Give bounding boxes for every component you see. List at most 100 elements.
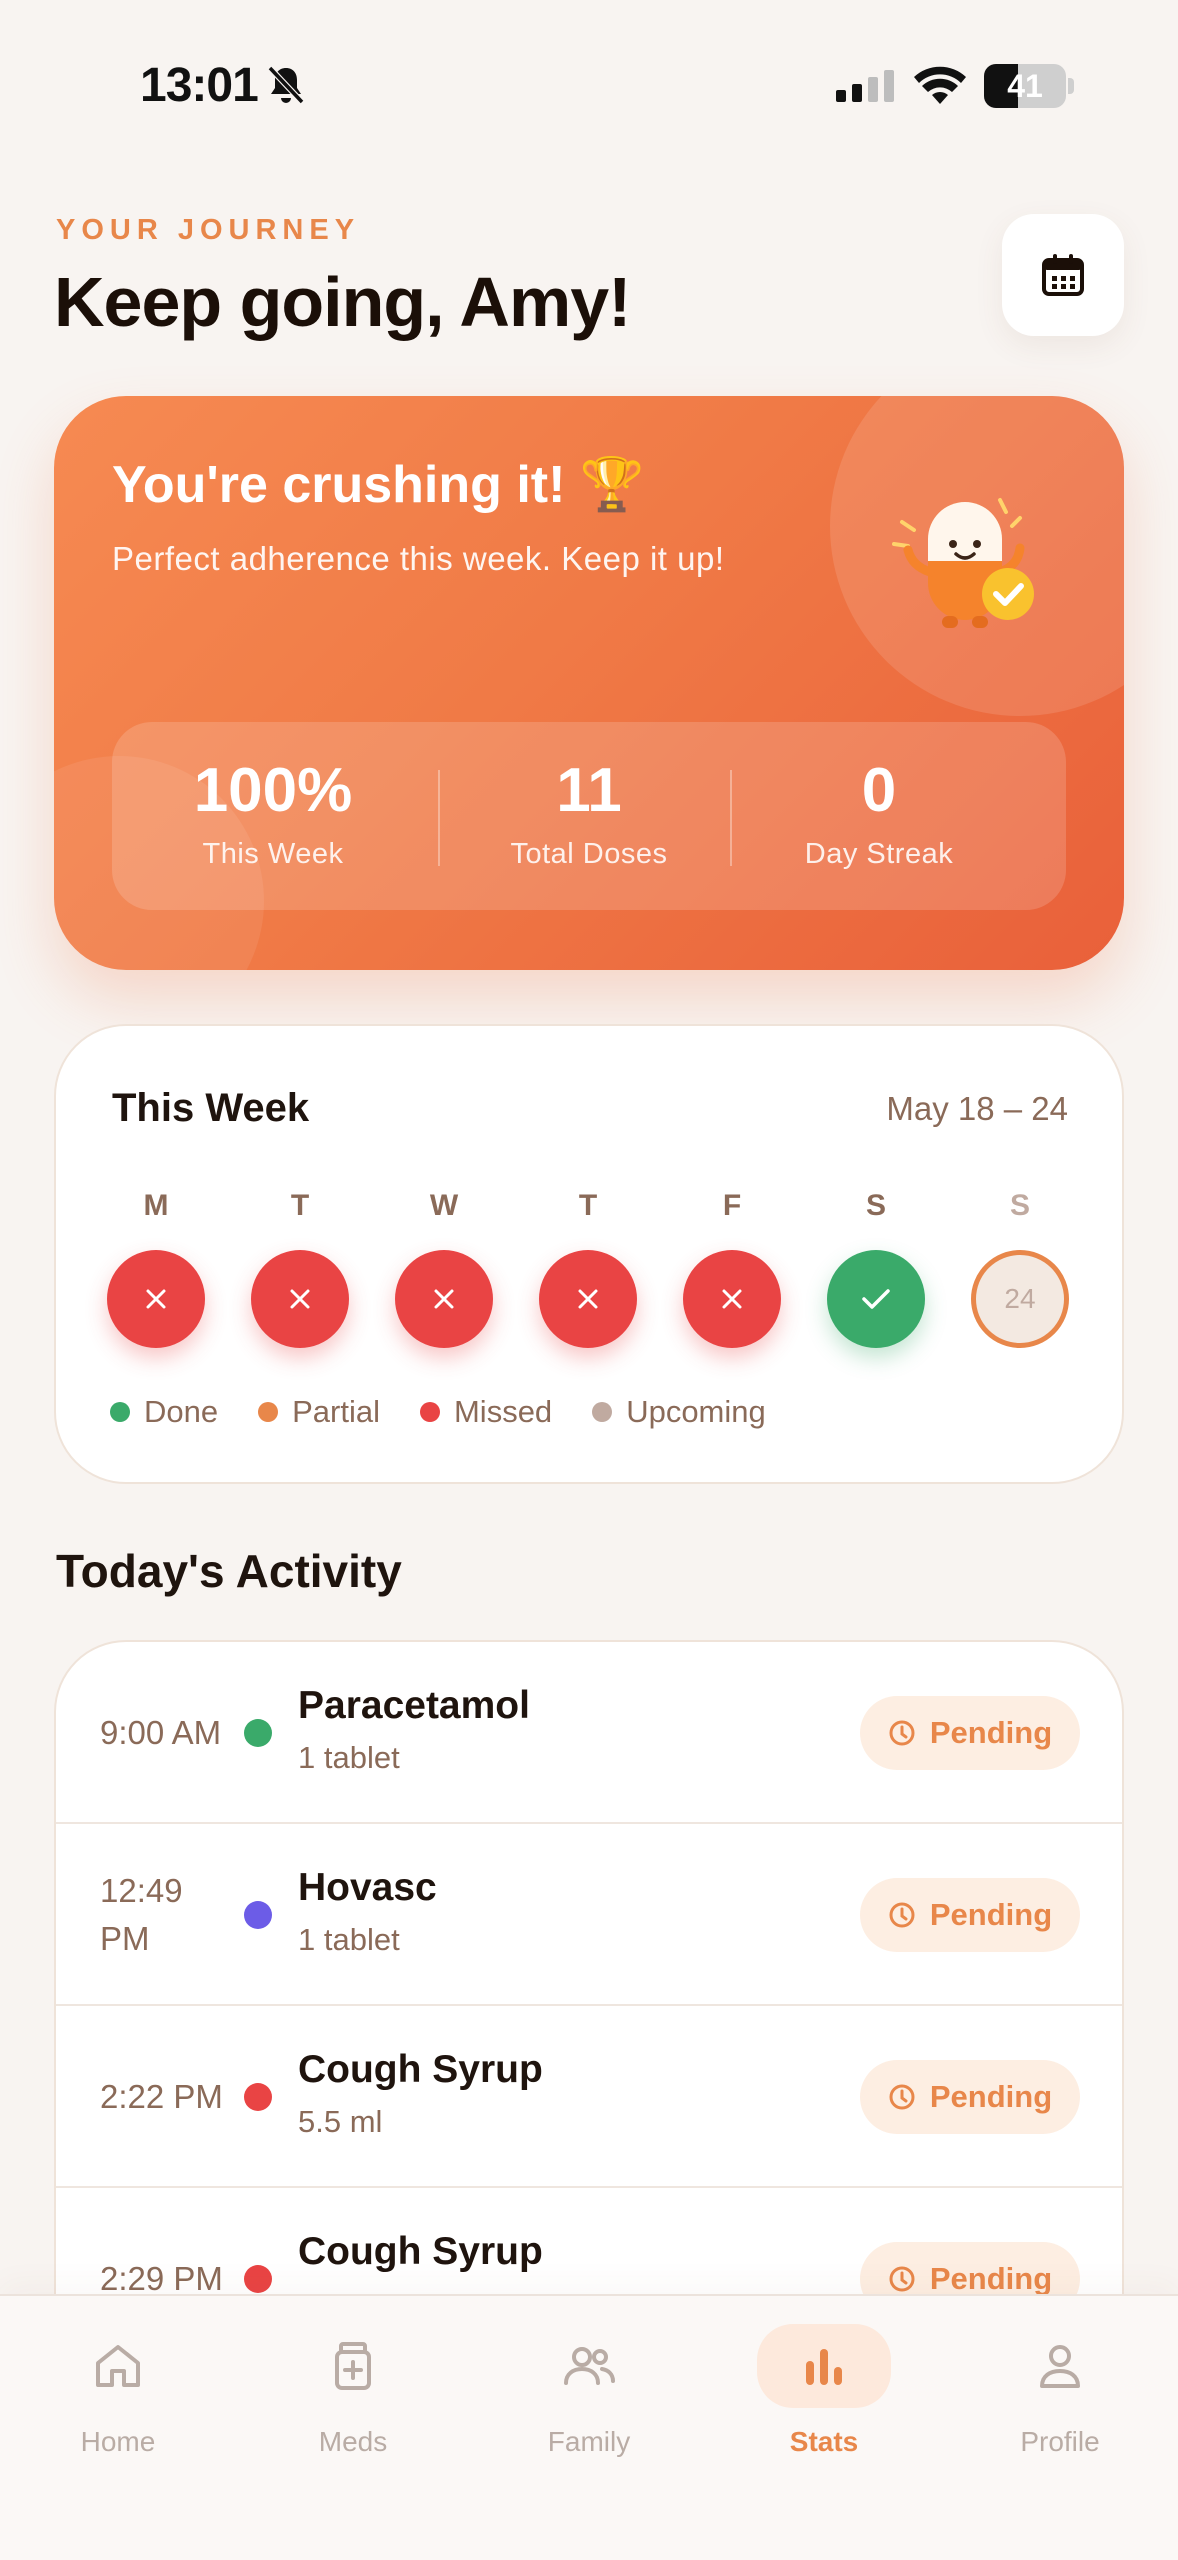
stat-this-week: 100% This Week	[128, 756, 418, 871]
close-icon	[722, 1289, 742, 1309]
legend-label: Done	[144, 1394, 219, 1429]
day-thursday[interactable]: T	[538, 1186, 638, 1348]
stat-label: Day Streak	[804, 838, 954, 870]
day-status-circle: 24	[971, 1250, 1069, 1348]
pill-mascot-icon	[892, 498, 1034, 628]
stat-value: 11	[556, 756, 622, 825]
bell-off-icon	[267, 65, 305, 105]
day-status-circle	[395, 1250, 493, 1348]
stats-summary: 100% This Week 11 Total Doses 0 Day Stre…	[112, 722, 1066, 910]
legend-item-done: Done	[110, 1394, 218, 1430]
nav-item-meds[interactable]: Meds	[263, 2324, 443, 2484]
day-letter: F	[722, 1189, 742, 1222]
badge-label: Pending	[929, 1715, 1053, 1750]
nav-label: Profile	[1020, 2426, 1100, 2457]
day-letter: T	[290, 1189, 310, 1222]
activity-time: 2:22 PM	[100, 2078, 223, 2115]
day-status-circle	[827, 1250, 925, 1348]
calendar-icon	[1042, 254, 1084, 296]
clock-icon	[889, 2266, 915, 2292]
pending-badge[interactable]: Pending	[860, 1878, 1080, 1952]
day-letter: M	[143, 1189, 169, 1222]
legend-item-upcoming: Upcoming	[592, 1394, 766, 1430]
hero-subtitle: Perfect adherence this week. Keep it up!	[112, 540, 725, 577]
battery-percent: 41	[1007, 68, 1043, 104]
day-sunday[interactable]: S 24	[970, 1186, 1070, 1348]
close-icon	[146, 1289, 166, 1309]
nav-label: Stats	[789, 2426, 859, 2457]
activity-row[interactable]: 2:22 PM Cough Syrup 5.5 ml Pending	[56, 2006, 1122, 2188]
bottom-nav: Home Meds Family Stats Profile	[0, 2294, 1178, 2560]
legend-item-missed: Missed	[419, 1394, 553, 1430]
day-status-circle	[683, 1250, 781, 1348]
stat-label: This Week	[202, 838, 344, 870]
day-letter: S	[865, 1189, 886, 1222]
legend-item-partial: Partial	[258, 1394, 380, 1430]
nav-label: Meds	[318, 2426, 388, 2457]
badge-label: Pending	[929, 1897, 1053, 1932]
legend-label: Partial	[292, 1394, 380, 1429]
stat-day-streak: 0 Day Streak	[734, 756, 1024, 871]
profile-icon	[1040, 2345, 1080, 2388]
activity-med-name: Hovasc	[298, 1866, 437, 1909]
day-letter: T	[578, 1189, 598, 1222]
pending-badge[interactable]: Pending	[860, 2060, 1080, 2134]
adherence-hero-card: You're crushing it! 🏆 Perfect adherence …	[54, 396, 1124, 970]
home-icon	[96, 2345, 140, 2387]
activity-time: 9:00 AM	[100, 1714, 222, 1751]
activity-med-name: Cough Syrup	[298, 2230, 543, 2273]
wifi-icon	[914, 66, 966, 104]
page-title: Keep going, Amy!	[54, 263, 631, 341]
nav-item-home[interactable]: Home	[28, 2324, 208, 2484]
week-legend: Done Partial Missed Upcoming	[110, 1392, 806, 1432]
nav-label: Home	[80, 2426, 156, 2457]
day-monday[interactable]: M	[106, 1186, 206, 1348]
day-saturday[interactable]: S	[826, 1186, 926, 1348]
clock-icon	[889, 1902, 915, 1928]
signal-icon	[836, 70, 894, 102]
pending-badge[interactable]: Pending	[860, 1696, 1080, 1770]
check-icon	[862, 1289, 890, 1309]
activity-med-name: Paracetamol	[298, 1684, 530, 1727]
stat-label: Total Doses	[510, 838, 668, 870]
nav-item-stats[interactable]: Stats	[734, 2324, 914, 2484]
legend-label: Missed	[453, 1394, 553, 1429]
hero-title: You're crushing it! 🏆	[112, 456, 645, 514]
activity-status-dot	[244, 1719, 272, 1747]
badge-label: Pending	[929, 2261, 1053, 2296]
family-icon	[564, 2347, 615, 2385]
close-icon	[434, 1289, 454, 1309]
activity-row[interactable]: 12:49 PM Hovasc 1 tablet Pending	[56, 1824, 1122, 2006]
day-letter: S	[1009, 1189, 1030, 1222]
badge-label: Pending	[929, 2079, 1053, 2114]
status-bar: 13:01 41	[0, 0, 1178, 140]
activity-dose: 1 tablet	[298, 1740, 400, 1775]
calendar-button[interactable]	[1002, 214, 1124, 336]
activity-row[interactable]: 9:00 AM Paracetamol 1 tablet Pending	[56, 1642, 1122, 1824]
nav-item-profile[interactable]: Profile	[970, 2324, 1150, 2484]
battery-icon: 41	[984, 64, 1074, 108]
activity-list: 9:00 AM Paracetamol 1 tablet Pending 12:…	[54, 1640, 1124, 2400]
activity-status-dot	[244, 1901, 272, 1929]
eyebrow-label: YOUR JOURNEY	[56, 214, 361, 246]
status-time: 13:01	[140, 59, 259, 112]
activity-dose: 1 tablet	[298, 1922, 400, 1957]
stat-total-doses: 11 Total Doses	[444, 756, 734, 871]
activity-section-title: Today's Activity	[56, 1545, 402, 1597]
stats-icon	[806, 2349, 842, 2385]
nav-item-family[interactable]: Family	[499, 2324, 679, 2484]
day-status-circle	[539, 1250, 637, 1348]
week-title: This Week	[112, 1086, 310, 1130]
day-tuesday[interactable]: T	[250, 1186, 350, 1348]
activity-med-name: Cough Syrup	[298, 2048, 543, 2091]
week-range: May 18 – 24	[886, 1090, 1068, 1127]
day-wednesday[interactable]: W	[394, 1186, 494, 1348]
day-friday[interactable]: F	[682, 1186, 782, 1348]
activity-dose: 5.5 ml	[298, 2104, 383, 2139]
meds-icon	[335, 2342, 371, 2390]
activity-status-dot	[244, 2265, 272, 2293]
stat-value: 100%	[193, 756, 353, 825]
day-status-circle	[251, 1250, 349, 1348]
close-icon	[290, 1289, 310, 1309]
nav-label: Family	[547, 2426, 631, 2457]
